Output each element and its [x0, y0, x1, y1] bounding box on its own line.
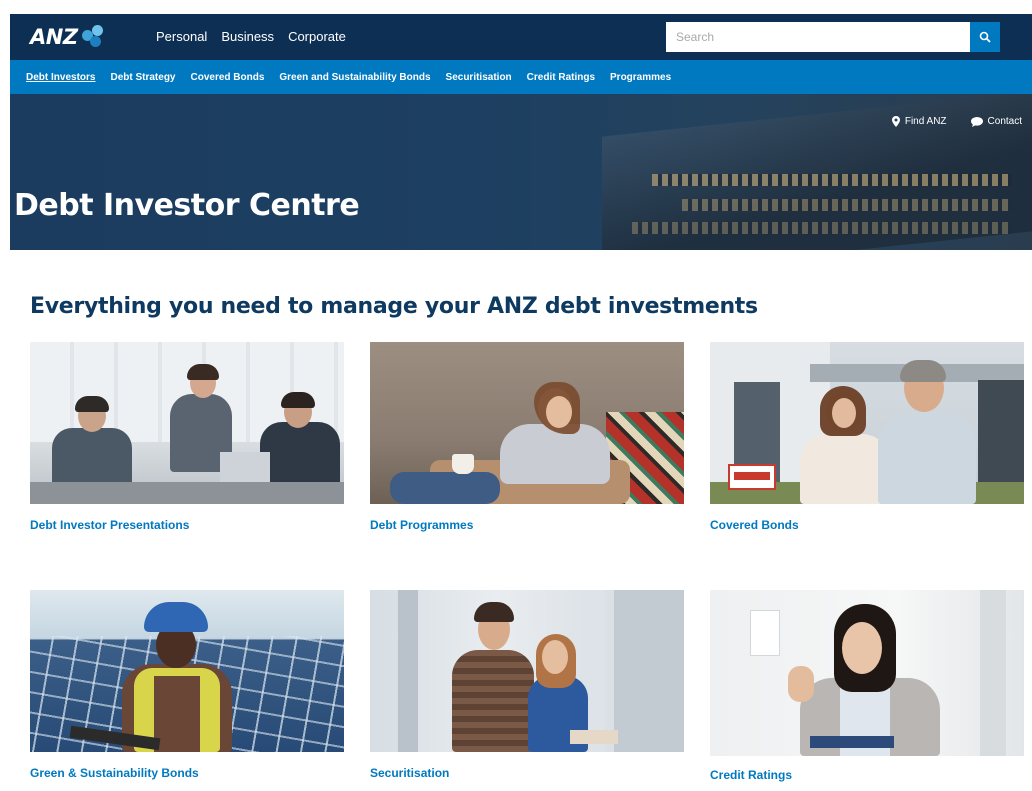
search-icon: [979, 31, 991, 43]
top-navigation: ANZ Personal Business Corporate: [10, 14, 1032, 60]
building-windows: [632, 222, 1012, 234]
anz-logo[interactable]: ANZ: [30, 22, 106, 52]
card-label[interactable]: Debt Programmes: [370, 518, 684, 532]
find-anz-label: Find ANZ: [904, 116, 947, 127]
card-credit-ratings[interactable]: Credit Ratings: [710, 590, 1024, 782]
subnav-item-debt-strategy[interactable]: Debt Strategy: [110, 72, 175, 83]
woman-on-sofa-photo: [370, 342, 684, 504]
page-title: Debt Investor Centre: [14, 188, 360, 223]
subnav-item-credit-ratings[interactable]: Credit Ratings: [527, 72, 595, 83]
contact-label: Contact: [987, 116, 1022, 127]
search-input[interactable]: [666, 22, 970, 52]
couple-doorway-photo: [370, 590, 684, 752]
couple-house-sold-photo: [710, 342, 1024, 504]
card-debt-programmes[interactable]: Debt Programmes: [370, 342, 684, 532]
utility-links: Find ANZ Contact: [891, 116, 1022, 127]
sub-navigation: Debt Investors Debt Strategy Covered Bon…: [10, 60, 1032, 94]
page: ANZ Personal Business Corporate Debt Inv…: [10, 0, 1032, 791]
menu-item-business[interactable]: Business: [221, 29, 274, 44]
hero-banner: Find ANZ Contact Debt Investor Centre: [10, 94, 1032, 250]
card-debt-investor-presentations[interactable]: Debt Investor Presentations: [30, 342, 344, 532]
woman-with-clipboard-photo: [710, 590, 1024, 756]
subnav-item-programmes[interactable]: Programmes: [610, 72, 671, 83]
menu-item-corporate[interactable]: Corporate: [288, 29, 346, 44]
card-label[interactable]: Credit Ratings: [710, 768, 1024, 782]
card-green-sustainability-bonds[interactable]: Green & Sustainability Bonds: [30, 590, 344, 780]
location-pin-icon: [891, 116, 900, 127]
contact-link[interactable]: Contact: [970, 116, 1022, 127]
card-covered-bonds[interactable]: Covered Bonds: [710, 342, 1024, 532]
card-label[interactable]: Debt Investor Presentations: [30, 518, 344, 532]
search-bar: [666, 22, 1000, 52]
section-heading: Everything you need to manage your ANZ d…: [30, 294, 758, 319]
card-label[interactable]: Covered Bonds: [710, 518, 1024, 532]
card-label[interactable]: Securitisation: [370, 766, 684, 780]
anz-people-icon: [81, 25, 106, 49]
card-securitisation[interactable]: Securitisation: [370, 590, 684, 780]
search-button[interactable]: [970, 22, 1000, 52]
speech-bubble-icon: [970, 116, 983, 127]
worker-solar-panels-photo: [30, 590, 344, 752]
menu-item-personal[interactable]: Personal: [156, 29, 207, 44]
building-windows: [682, 199, 1012, 211]
subnav-item-green-sustainability-bonds[interactable]: Green and Sustainability Bonds: [279, 72, 430, 83]
subnav-item-covered-bonds[interactable]: Covered Bonds: [190, 72, 264, 83]
primary-menu: Personal Business Corporate: [156, 29, 346, 44]
subnav-item-securitisation[interactable]: Securitisation: [446, 72, 512, 83]
logo-text: ANZ: [30, 25, 78, 49]
find-anz-link[interactable]: Find ANZ: [891, 116, 947, 127]
subnav-item-debt-investors[interactable]: Debt Investors: [26, 72, 95, 83]
building-windows: [652, 174, 1012, 186]
business-meeting-photo: [30, 342, 344, 504]
card-label[interactable]: Green & Sustainability Bonds: [30, 766, 344, 780]
